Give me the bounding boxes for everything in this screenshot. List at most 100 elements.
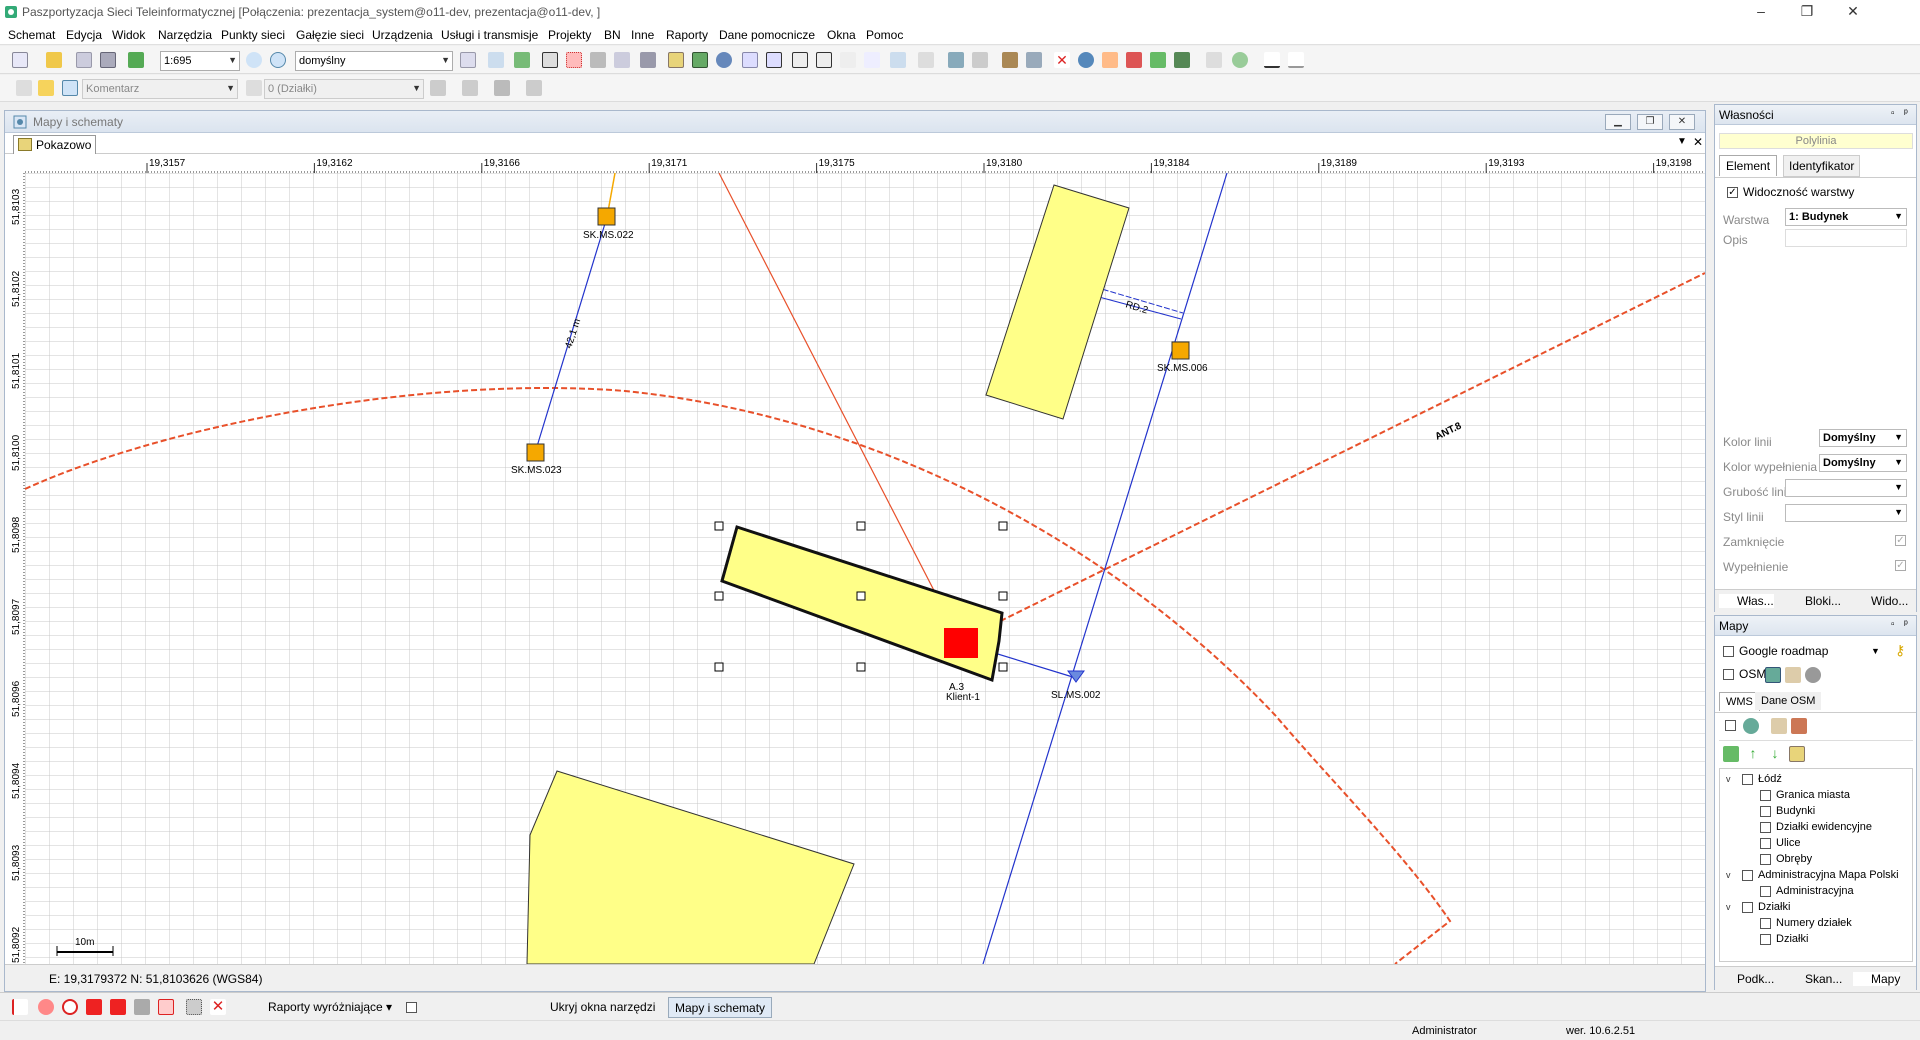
grubosc-select[interactable]: ▼: [1785, 479, 1907, 497]
tree-item-label[interactable]: Granica miasta: [1776, 789, 1850, 801]
tree-checkbox[interactable]: [1760, 838, 1771, 849]
print-preview-icon[interactable]: [640, 52, 656, 68]
satellite-icon[interactable]: [692, 52, 708, 68]
menu-uslugi[interactable]: Usługi i transmisje: [441, 28, 538, 42]
tree-checkbox[interactable]: [1760, 918, 1771, 929]
tree-checkbox[interactable]: [1760, 790, 1771, 801]
target-icon[interactable]: [62, 999, 78, 1015]
align-left-icon[interactable]: [816, 52, 832, 68]
globe-icon[interactable]: [716, 52, 732, 68]
expand-icon[interactable]: [918, 52, 934, 68]
tree-checkbox[interactable]: [1742, 774, 1753, 785]
nodes-icon[interactable]: [1206, 52, 1222, 68]
distribute-icon[interactable]: [890, 52, 906, 68]
menu-edycja[interactable]: Edycja: [66, 28, 102, 42]
zoom-in-icon[interactable]: [270, 52, 286, 68]
minimize-button[interactable]: –: [1738, 0, 1784, 24]
zamkniecie-checkbox[interactable]: ✓: [1895, 535, 1906, 546]
link-icon[interactable]: [494, 80, 510, 96]
tree-item-label[interactable]: Budynki: [1776, 805, 1815, 817]
tab-identyfikator[interactable]: Identyfikator: [1783, 155, 1861, 177]
draw-red-line-icon[interactable]: [12, 999, 28, 1015]
wypelnienie-checkbox[interactable]: ✓: [1895, 560, 1906, 571]
tabs-dropdown-icon[interactable]: ▼: [1677, 136, 1687, 147]
tree-expand-icon[interactable]: v: [1726, 902, 1731, 912]
properties-float-icon[interactable]: ▫: [1891, 108, 1901, 119]
visibility-checkbox[interactable]: ✓: [1727, 187, 1738, 198]
menu-projekty[interactable]: Projekty: [548, 28, 591, 42]
new-schema-icon[interactable]: [12, 52, 28, 68]
earth-icon[interactable]: [1232, 52, 1248, 68]
menu-bn[interactable]: BN: [604, 28, 621, 42]
red-square-icon[interactable]: [86, 999, 102, 1015]
move-down-icon[interactable]: ↓: [1767, 746, 1783, 762]
wms-checkbox[interactable]: [1725, 720, 1736, 731]
draw-line-icon[interactable]: [62, 80, 78, 96]
tree-checkbox[interactable]: [1760, 806, 1771, 817]
save-icon[interactable]: [76, 52, 92, 68]
tree-expand-icon[interactable]: v: [1726, 774, 1731, 784]
table-icon[interactable]: [742, 52, 758, 68]
measure-icon[interactable]: [1264, 52, 1280, 68]
snap-grid-icon[interactable]: [566, 52, 582, 68]
add-layer-icon[interactable]: [1723, 746, 1739, 762]
map-close-button[interactable]: ✕: [1669, 114, 1695, 130]
layer-select[interactable]: 0 (Działki) ▼: [264, 79, 424, 99]
tree-checkbox[interactable]: [1760, 854, 1771, 865]
edit-shape-icon[interactable]: [134, 999, 150, 1015]
kolor-wypelnienia-select[interactable]: Domyślny ▼: [1819, 454, 1907, 472]
key-icon[interactable]: ⚷: [1895, 642, 1905, 659]
wms-edit-icon[interactable]: [1771, 718, 1787, 734]
menu-okna[interactable]: Okna: [827, 28, 856, 42]
tree-checkbox[interactable]: [1760, 934, 1771, 945]
tree-expand-icon[interactable]: v: [1726, 870, 1731, 880]
tab-wms[interactable]: WMS: [1719, 692, 1760, 711]
menu-pomoc[interactable]: Pomoc: [866, 28, 903, 42]
polyline-icon[interactable]: [462, 80, 478, 96]
menu-widok[interactable]: Widok: [112, 28, 145, 42]
tab-bloki[interactable]: Bloki...: [1787, 594, 1841, 608]
select-grid-icon[interactable]: [766, 52, 782, 68]
grid-icon[interactable]: [542, 52, 558, 68]
map-restore-button[interactable]: ❐: [1637, 114, 1663, 130]
photo-icon[interactable]: [948, 52, 964, 68]
align-icon[interactable]: [792, 52, 808, 68]
tree-item-label[interactable]: Działki: [1758, 901, 1790, 913]
google-checkbox[interactable]: [1723, 646, 1734, 657]
warstwa-select[interactable]: 1: Budynek ▼: [1785, 208, 1907, 226]
move-up-icon[interactable]: ↑: [1745, 746, 1761, 762]
menu-dane-pomocnicze[interactable]: Dane pomocnicze: [719, 28, 815, 42]
maps-schemes-button[interactable]: Mapy i schematy: [668, 997, 773, 1018]
raporty-button[interactable]: Raporty wyróżniające ▾: [248, 997, 398, 1018]
menu-galezie-sieci[interactable]: Gałęzie sieci: [296, 28, 364, 42]
wms-remove-icon[interactable]: [1791, 718, 1807, 734]
menu-raporty[interactable]: Raporty: [666, 28, 708, 42]
lock-icon[interactable]: [246, 80, 262, 96]
tree-item-label[interactable]: Ulice: [1776, 837, 1800, 849]
tab-element[interactable]: Element: [1719, 155, 1778, 176]
node-sk-ms-022[interactable]: [597, 207, 616, 226]
layer-map-icon[interactable]: [1789, 746, 1805, 762]
menu-inne[interactable]: Inne: [631, 28, 654, 42]
tab-podklady[interactable]: Podk...: [1719, 972, 1774, 986]
highlight-icon[interactable]: [158, 999, 174, 1015]
bottom-checkbox[interactable]: [406, 1002, 417, 1013]
copy-icon[interactable]: [488, 52, 504, 68]
tree-item-label[interactable]: Działki ewidencyjne: [1776, 821, 1872, 833]
tree-checkbox[interactable]: [1760, 822, 1771, 833]
tab-close-icon[interactable]: ✕: [1693, 135, 1703, 149]
kolor-linii-select[interactable]: Domyślny ▼: [1819, 429, 1907, 447]
view-select[interactable]: domyślny ▼: [295, 51, 453, 71]
pencil-icon[interactable]: [38, 80, 54, 96]
warning-icon[interactable]: [1102, 52, 1118, 68]
move-icon[interactable]: [864, 52, 880, 68]
menu-schemat[interactable]: Schemat: [8, 28, 55, 42]
tree-item-label[interactable]: Numery działek: [1776, 917, 1852, 929]
opis-input[interactable]: [1785, 229, 1907, 247]
delete-icon[interactable]: ✕: [1054, 52, 1070, 68]
osm-settings-icon[interactable]: [1805, 667, 1821, 683]
tab-widok[interactable]: Wido...: [1853, 594, 1908, 608]
map-svg[interactable]: 19,3157 19,3162 19,3166 19,3171 19,3175 19,31…: [5, 155, 1705, 964]
menu-punkty-sieci[interactable]: Punkty sieci: [221, 28, 285, 42]
tree-item-label[interactable]: Administracyjna Mapa Polski: [1758, 869, 1899, 881]
